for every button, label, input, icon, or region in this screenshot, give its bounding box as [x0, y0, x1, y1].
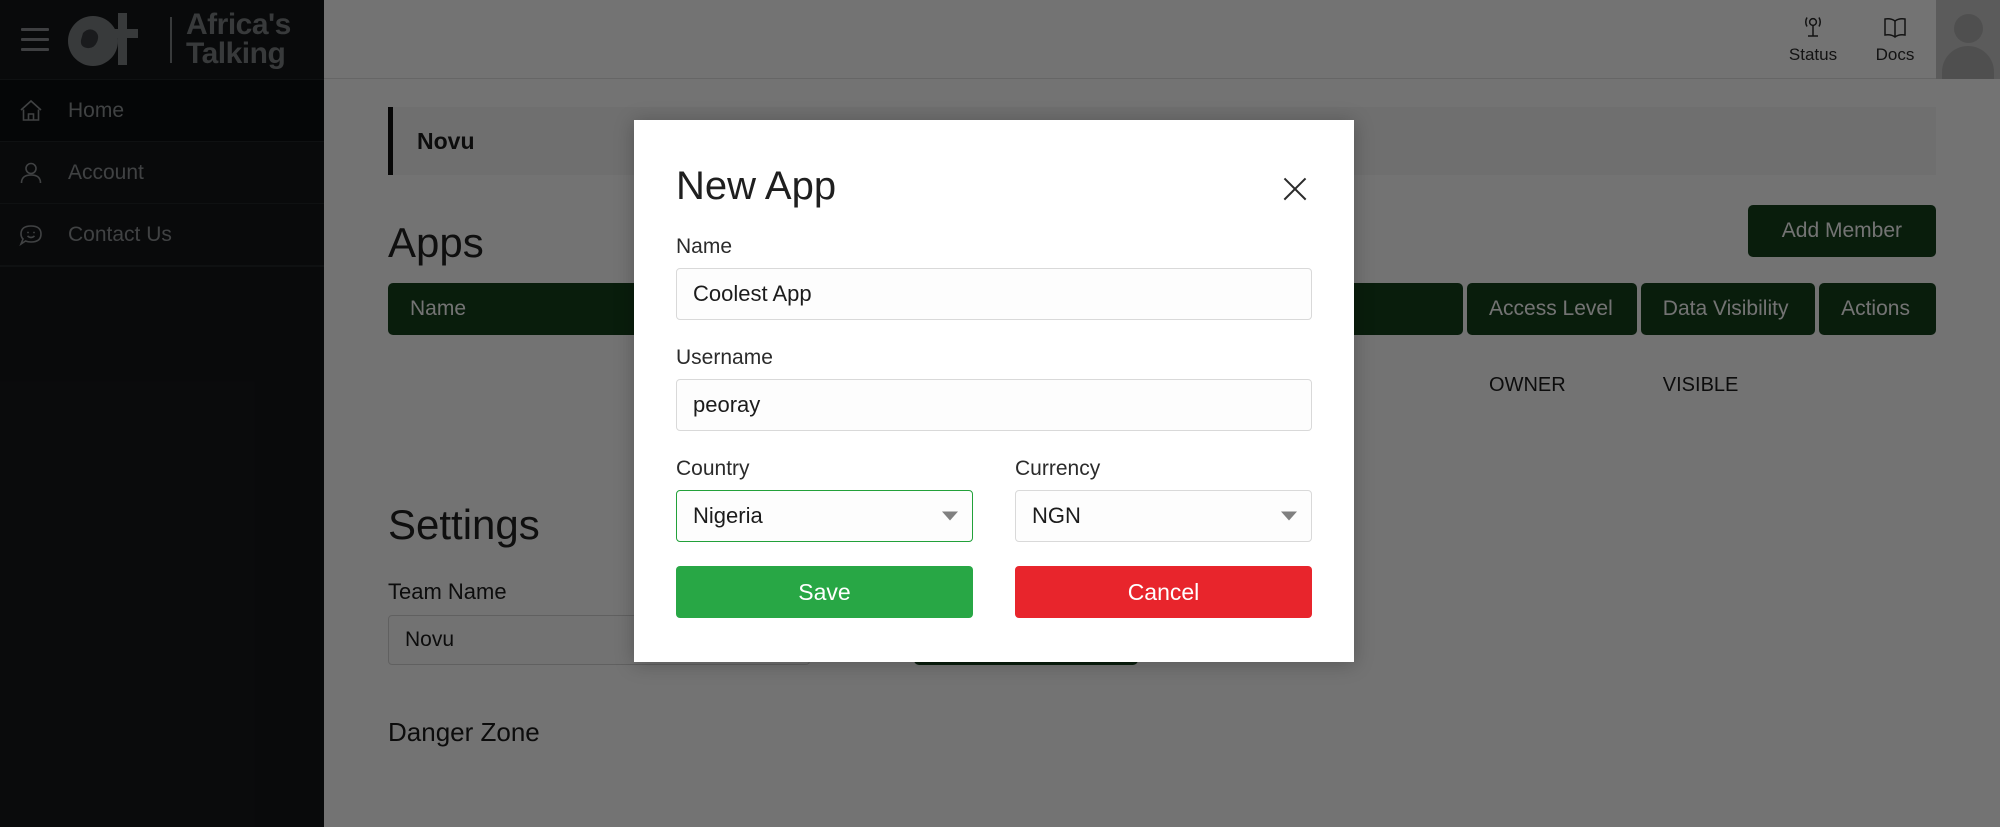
username-input[interactable] [676, 379, 1312, 431]
currency-select[interactable]: NGN [1015, 490, 1312, 542]
modal-title: New App [676, 164, 837, 208]
currency-select-value: NGN [1032, 503, 1081, 528]
currency-col: Currency NGN [1015, 431, 1312, 542]
save-button[interactable]: Save [676, 566, 973, 618]
modal-header: New App [676, 164, 1312, 209]
username-label: Username [676, 346, 773, 369]
country-currency-row: Country Nigeria Currency NGN [676, 431, 1312, 542]
modal-actions: Save Cancel [676, 566, 1312, 618]
chevron-down-icon [1281, 511, 1297, 521]
country-col: Country Nigeria [676, 431, 973, 542]
chevron-down-icon [942, 511, 958, 521]
name-label: Name [676, 235, 733, 258]
close-icon[interactable] [1278, 172, 1312, 206]
country-select[interactable]: Nigeria [676, 490, 973, 542]
name-input[interactable] [676, 268, 1312, 320]
country-select-value: Nigeria [693, 503, 763, 528]
new-app-modal: New App Name Username Country Nigeria Cu… [634, 120, 1354, 662]
country-label: Country [676, 457, 750, 480]
currency-label: Currency [1015, 457, 1101, 480]
app-root: Africa's Talking Home [0, 0, 2000, 827]
cancel-button[interactable]: Cancel [1015, 566, 1312, 618]
